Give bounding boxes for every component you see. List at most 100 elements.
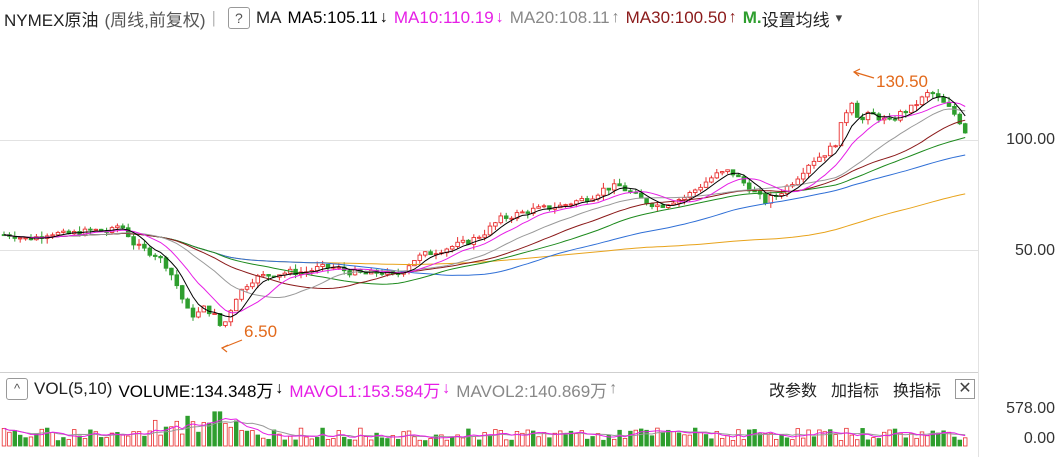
volume-bar: [99, 437, 104, 447]
volume-bar: [55, 440, 61, 447]
volume-bar: [460, 437, 466, 447]
volume-bar: [266, 438, 271, 447]
price-axis-low: 50.00: [1014, 242, 1055, 259]
volume-bar-chart[interactable]: [0, 0, 978, 457]
volume-bar: [169, 426, 174, 447]
volume-bar: [838, 440, 844, 447]
volume-bar: [185, 415, 190, 447]
volume-bar: [104, 436, 109, 447]
volume-bar: [72, 429, 77, 447]
volume-bar: [752, 429, 757, 447]
volume-bar: [66, 439, 71, 447]
volume-bar: [498, 430, 503, 447]
volume-bar: [509, 439, 514, 447]
volume-bar: [282, 439, 287, 447]
volume-bar: [352, 439, 358, 447]
volume-bar: [17, 434, 23, 447]
volume-axis-low: 0.00: [1023, 430, 1055, 447]
volume-bar: [82, 438, 88, 447]
volume-bar: [703, 434, 709, 447]
volume-bar: [120, 434, 125, 447]
volume-bar: [536, 436, 541, 447]
volume-bar: [644, 429, 649, 447]
volume-bar: [865, 439, 871, 447]
volume-bar: [795, 428, 800, 447]
volume-bar: [503, 439, 509, 447]
volume-bar: [417, 439, 422, 447]
volume-bar: [239, 429, 244, 447]
volume-bar: [368, 439, 374, 447]
volume-bar: [541, 432, 547, 447]
volume-bar: [406, 430, 412, 447]
volume-bar: [855, 439, 860, 447]
volume-bar: [903, 437, 908, 447]
volume-bar: [126, 435, 131, 447]
volume-bar: [401, 431, 406, 447]
volume-bar: [347, 439, 352, 447]
volume-bar: [525, 429, 530, 447]
volume-bar: [158, 434, 163, 447]
volume-bar: [563, 434, 568, 447]
volume-axis-high: 578.00: [1006, 400, 1055, 417]
volume-bar: [223, 422, 228, 447]
volume-bar: [514, 431, 520, 447]
volume-bar: [476, 439, 482, 447]
volume-bar: [487, 434, 493, 447]
volume-bar: [801, 437, 806, 447]
volume-bar: [190, 421, 196, 447]
volume-bar: [422, 440, 428, 447]
volume-bar: [314, 437, 320, 447]
volume-bar: [860, 428, 865, 447]
volume-bar: [34, 433, 39, 447]
volume-bar: [320, 427, 325, 447]
volume-bar: [709, 438, 714, 447]
volume-bar: [293, 439, 298, 447]
volume-bar: [779, 434, 784, 447]
volume-bar: [449, 436, 455, 447]
volume-bar: [649, 435, 655, 447]
volume-bar: [482, 432, 487, 447]
volume-bar: [28, 436, 34, 447]
volume-bar: [363, 436, 368, 447]
volume-bar: [660, 431, 665, 447]
volume-bar: [676, 432, 682, 447]
volume-bar: [844, 427, 849, 447]
volume-bar: [287, 435, 293, 447]
volume-bar: [687, 434, 692, 447]
volume-bar: [358, 427, 363, 447]
volume-bar: [622, 437, 628, 447]
volume-bar: [849, 434, 854, 447]
volume-bar: [179, 433, 185, 447]
volume-bar: [298, 427, 304, 447]
volume-bar: [952, 436, 957, 447]
volume-bar: [784, 437, 790, 447]
volume-bar: [39, 428, 44, 447]
volume-bar: [45, 427, 50, 447]
volume-bar: [892, 428, 898, 447]
volume-bar: [217, 411, 223, 447]
volume-bar: [887, 429, 892, 447]
volume-bar: [212, 411, 217, 447]
volume-bar: [547, 437, 552, 447]
volume-bar: [23, 437, 28, 447]
volume-bar: [806, 429, 811, 447]
volume-bar: [617, 429, 622, 447]
volume-bar: [725, 435, 730, 447]
volume-bar: [77, 435, 82, 447]
volume-bar: [936, 432, 941, 447]
volume-bar: [428, 438, 433, 447]
volume-bar: [7, 431, 12, 447]
volume-bar: [88, 429, 93, 447]
volume-bar: [736, 429, 741, 447]
volume-bar: [741, 439, 746, 447]
volume-bar: [309, 438, 314, 447]
volume-bar: [233, 420, 239, 447]
volume-bar: [914, 437, 919, 447]
volume-bar: [871, 437, 876, 447]
volume-bar: [601, 439, 606, 447]
volume-bar: [395, 438, 401, 447]
volume-bar: [925, 435, 930, 447]
volume-bar: [882, 431, 887, 447]
volume-bar: [61, 437, 66, 447]
volume-bar: [341, 436, 347, 447]
